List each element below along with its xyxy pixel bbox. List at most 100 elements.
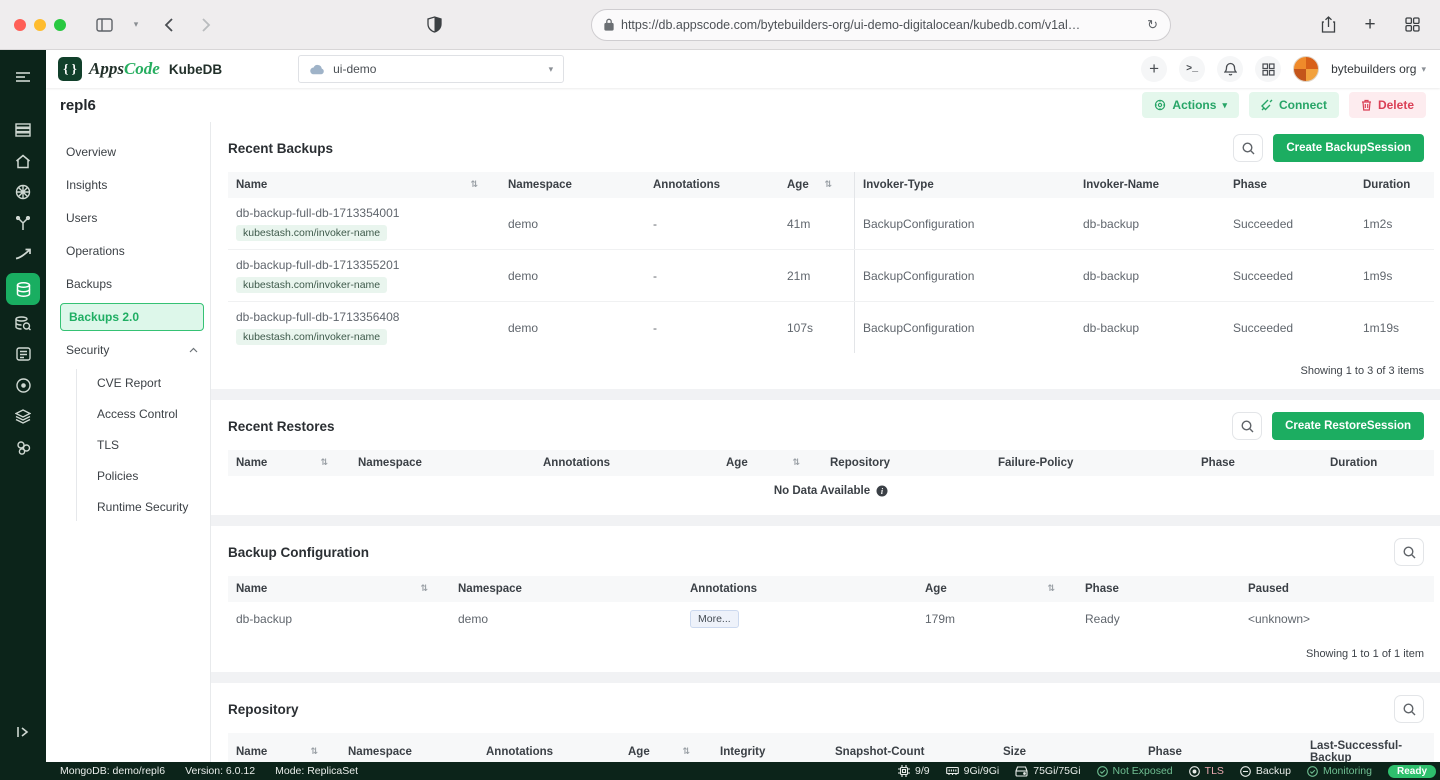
nav-item-users[interactable]: Users: [60, 204, 204, 232]
column-header[interactable]: Phase: [1225, 172, 1355, 198]
org-switcher[interactable]: bytebuilders org▾: [1331, 62, 1426, 76]
sort-icon[interactable]: ⇅: [420, 584, 442, 594]
column-header[interactable]: Invoker-Type: [855, 172, 1075, 198]
column-header[interactable]: Name⇅: [228, 450, 350, 476]
column-header[interactable]: Name⇅: [228, 739, 340, 762]
maximize-window-button[interactable]: [54, 19, 66, 31]
address-bar[interactable]: https://db.appscode.com/bytebuilders-org…: [591, 9, 1171, 41]
create-restoresession-button[interactable]: Create RestoreSession: [1272, 412, 1424, 440]
nav-item-operations[interactable]: Operations: [60, 237, 204, 265]
column-header[interactable]: Duration: [1322, 450, 1434, 476]
column-header[interactable]: Phase: [1077, 576, 1240, 602]
nav-item-backups[interactable]: Backups: [60, 270, 204, 298]
forward-button[interactable]: [192, 11, 220, 39]
workloads-icon[interactable]: [6, 208, 40, 238]
minimize-window-button[interactable]: [34, 19, 46, 31]
column-header[interactable]: Age⇅: [917, 576, 1077, 602]
column-header[interactable]: Snapshot-Count: [827, 739, 995, 762]
shield-icon[interactable]: [420, 11, 448, 39]
column-header[interactable]: Repository: [822, 450, 990, 476]
sidebar-toggle-icon[interactable]: [90, 11, 118, 39]
nav-item-cve-report[interactable]: CVE Report: [91, 369, 204, 397]
nav-item-security[interactable]: Security: [60, 336, 204, 364]
column-header[interactable]: Age⇅: [779, 172, 855, 198]
storage-icon[interactable]: [6, 339, 40, 369]
bell-icon[interactable]: [1217, 56, 1243, 82]
database-icon[interactable]: [6, 273, 40, 305]
delete-button[interactable]: Delete: [1349, 92, 1426, 118]
add-icon[interactable]: +: [1141, 56, 1167, 82]
sort-icon[interactable]: ⇅: [310, 747, 332, 757]
back-button[interactable]: [154, 11, 182, 39]
column-header[interactable]: Age⇅: [718, 450, 822, 476]
database-search-icon[interactable]: [6, 308, 40, 338]
sort-icon[interactable]: ⇅: [320, 458, 342, 468]
nav-item-backups-2-0[interactable]: Backups 2.0: [60, 303, 204, 331]
operator-icon[interactable]: [6, 370, 40, 400]
sort-icon[interactable]: ⇅: [1047, 584, 1069, 594]
table-row[interactable]: db-backup-full-db-1713355201kubestash.co…: [228, 250, 1434, 302]
search-button[interactable]: [1233, 134, 1263, 162]
stack-icon[interactable]: [6, 401, 40, 431]
column-header[interactable]: Integrity: [712, 739, 827, 762]
table-row[interactable]: db-backup-full-db-1713354001kubestash.co…: [228, 198, 1434, 250]
column-header[interactable]: Phase: [1193, 450, 1322, 476]
column-header[interactable]: Duration: [1355, 172, 1434, 198]
tab-overview-icon[interactable]: [1398, 11, 1426, 39]
nav-item-insights[interactable]: Insights: [60, 171, 204, 199]
column-header[interactable]: Namespace: [500, 172, 645, 198]
nav-item-access-control[interactable]: Access Control: [91, 400, 204, 428]
nav-item-tls[interactable]: TLS: [91, 431, 204, 459]
column-header[interactable]: Last-Successful-Backup: [1302, 733, 1434, 762]
menu-toggle-icon[interactable]: [6, 62, 40, 92]
marketplace-icon[interactable]: [6, 432, 40, 462]
terminal-icon[interactable]: >_: [1179, 56, 1205, 82]
column-header[interactable]: Phase: [1140, 739, 1302, 762]
column-header[interactable]: Annotations: [535, 450, 718, 476]
column-header[interactable]: Size: [995, 739, 1140, 762]
table-row[interactable]: db-backup-full-db-1713356408kubestash.co…: [228, 302, 1434, 353]
column-header[interactable]: Annotations: [682, 576, 917, 602]
search-button[interactable]: [1394, 538, 1424, 566]
column-header[interactable]: Invoker-Name: [1075, 172, 1225, 198]
column-header[interactable]: Annotations: [478, 739, 620, 762]
column-header[interactable]: Name⇅: [228, 172, 500, 198]
monitoring-icon[interactable]: [6, 239, 40, 269]
expand-panel-icon[interactable]: [0, 726, 46, 738]
info-icon[interactable]: i: [876, 485, 888, 497]
sort-icon[interactable]: ⇅: [470, 180, 492, 190]
column-header[interactable]: Namespace: [340, 739, 478, 762]
appscode-logo[interactable]: { } AppsCode KubeDB: [58, 57, 222, 81]
create-backupsession-button[interactable]: Create BackupSession: [1273, 134, 1424, 162]
column-header[interactable]: Name⇅: [228, 576, 450, 602]
kubernetes-icon[interactable]: [6, 177, 40, 207]
new-tab-icon[interactable]: +: [1356, 11, 1384, 39]
sort-icon[interactable]: ⇅: [792, 458, 814, 468]
resources-icon[interactable]: [6, 115, 40, 145]
column-header[interactable]: Failure-Policy: [990, 450, 1193, 476]
search-button[interactable]: [1232, 412, 1262, 440]
table-row[interactable]: db-backup demo More... 179m Ready <unkno…: [228, 602, 1434, 636]
actions-button[interactable]: Actions▾: [1142, 92, 1239, 118]
sort-icon[interactable]: ⇅: [824, 180, 846, 190]
sidebar-menu-caret[interactable]: ▾: [128, 11, 144, 39]
nav-item-policies[interactable]: Policies: [91, 462, 204, 490]
column-header[interactable]: Namespace: [350, 450, 535, 476]
cluster-selector[interactable]: ui-demo ▾: [298, 55, 564, 83]
apps-grid-icon[interactable]: [1255, 56, 1281, 82]
connect-button[interactable]: Connect: [1249, 92, 1339, 118]
reload-icon[interactable]: ↻: [1147, 17, 1158, 33]
nav-item-overview[interactable]: Overview: [60, 138, 204, 166]
share-icon[interactable]: [1314, 11, 1342, 39]
column-header[interactable]: Namespace: [450, 576, 682, 602]
nav-item-runtime-security[interactable]: Runtime Security: [91, 493, 204, 521]
sort-icon[interactable]: ⇅: [682, 747, 704, 757]
more-annotations-badge[interactable]: More...: [690, 610, 739, 628]
column-header[interactable]: Paused: [1240, 576, 1434, 602]
close-window-button[interactable]: [14, 19, 26, 31]
search-button[interactable]: [1394, 695, 1424, 723]
column-header[interactable]: Annotations: [645, 172, 779, 198]
column-header[interactable]: Age⇅: [620, 739, 712, 762]
home-icon[interactable]: [6, 146, 40, 176]
avatar[interactable]: [1293, 56, 1319, 82]
